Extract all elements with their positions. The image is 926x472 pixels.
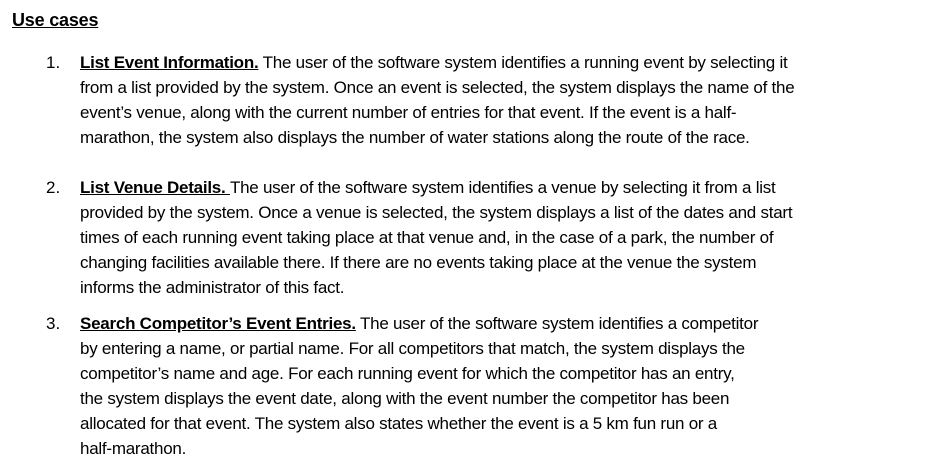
list-number: 1. <box>46 53 61 72</box>
paragraph-line: changing facilities available there. If … <box>80 253 757 272</box>
use-case-description: List Event Information. The user of the … <box>80 50 920 150</box>
use-case-title: List Event Information. <box>80 53 259 72</box>
paragraph-line: by entering a name, or partial name. For… <box>80 339 745 358</box>
list-number: 3. <box>46 314 61 333</box>
paragraph-line: marathon, the system also displays the n… <box>80 128 750 147</box>
paragraph-text: The user of the software system identifi… <box>229 178 776 197</box>
paragraph-line: List Venue Details. The user of the soft… <box>80 175 920 200</box>
paragraph-text: The user of the software system identifi… <box>355 314 759 333</box>
paragraph-line: provided by the system. Once a venue is … <box>80 203 793 222</box>
paragraph-line: Search Competitor’s Event Entries. The u… <box>80 311 920 336</box>
paragraph-line: event’s venue, along with the current nu… <box>80 103 737 122</box>
paragraph-line: allocated for that event. The system als… <box>80 414 718 433</box>
use-case-title: Search Competitor’s Event Entries. <box>80 314 356 333</box>
paragraph-line: the system displays the event date, alon… <box>80 389 730 408</box>
paragraph-line: times of each running event taking place… <box>80 228 774 247</box>
paragraph-text: The user of the software system identifi… <box>258 53 788 72</box>
section-heading: Use cases <box>12 10 99 30</box>
paragraph-line: informs the administrator of this fact. <box>80 278 345 297</box>
paragraph-line: List Event Information. The user of the … <box>80 50 920 75</box>
paragraph-line: half-marathon. <box>80 439 187 458</box>
use-case-title: List Venue Details. <box>80 178 230 197</box>
use-case-description: List Venue Details. The user of the soft… <box>80 175 920 300</box>
list-number: 2. <box>46 178 61 197</box>
paragraph-line: from a list provided by the system. Once… <box>80 78 795 97</box>
paragraph-line: competitor’s name and age. For each runn… <box>80 364 735 383</box>
use-case-description: Search Competitor’s Event Entries. The u… <box>80 311 920 461</box>
